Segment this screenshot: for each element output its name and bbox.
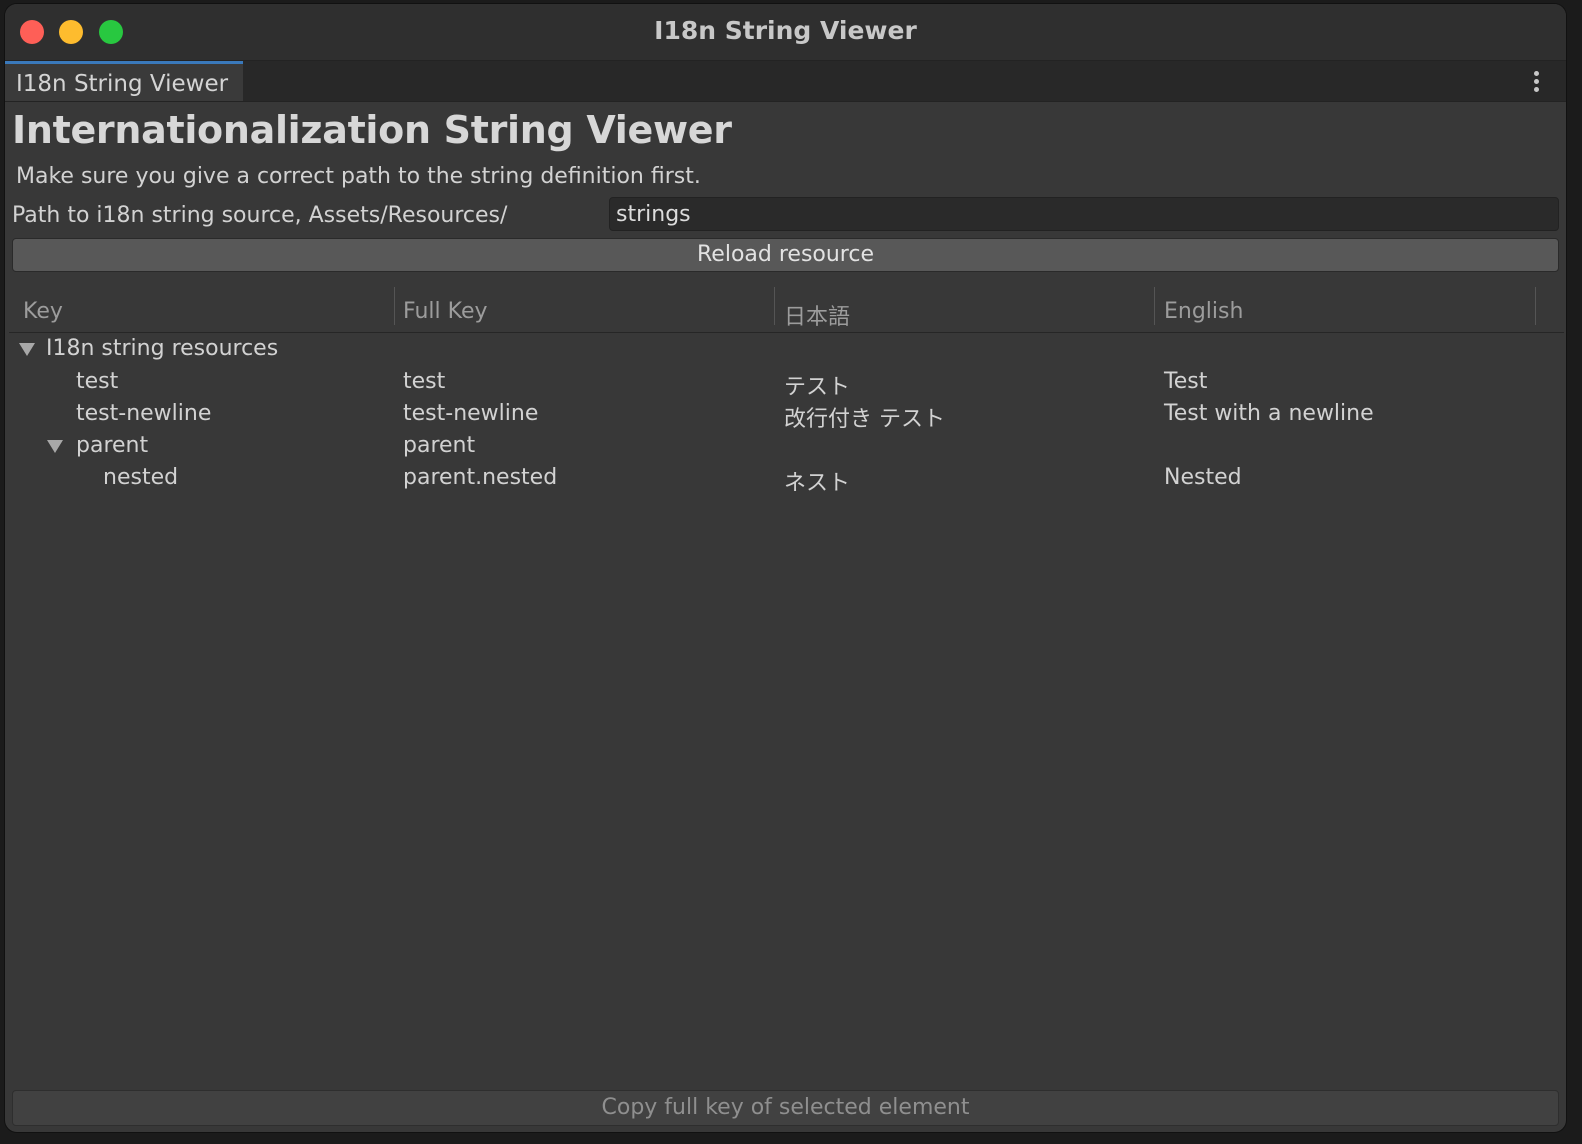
row-japanese: 改行付き テスト (784, 407, 945, 432)
path-input[interactable] (609, 197, 1559, 231)
column-resize-handle[interactable] (1154, 287, 1155, 325)
copy-full-key-button[interactable]: Copy full key of selected element (12, 1090, 1559, 1126)
table-row[interactable]: nested parent.nested ネスト Nested (9, 463, 1564, 496)
triangle-down-icon[interactable] (19, 343, 35, 356)
row-key: nested (103, 465, 179, 490)
row-key: I18n string resources (46, 336, 279, 361)
table-header: Key Full Key 日本語 English (9, 287, 1564, 333)
row-key: test-newline (76, 401, 212, 426)
tab-label: I18n String Viewer (16, 71, 229, 97)
row-english: Nested (1164, 465, 1242, 490)
row-full-key: parent (403, 433, 476, 458)
tab-i18n-string-viewer[interactable]: I18n String Viewer (5, 61, 243, 101)
row-key: parent (76, 433, 149, 458)
column-resize-handle[interactable] (1535, 287, 1536, 325)
column-header-english[interactable]: English (1164, 299, 1243, 324)
row-full-key: test (403, 369, 446, 394)
page-title: Internationalization String Viewer (12, 108, 732, 152)
table-row[interactable]: test-newline test-newline 改行付き テスト Test … (9, 399, 1564, 432)
column-header-key[interactable]: Key (23, 299, 63, 324)
row-english: Test with a newline (1164, 401, 1374, 426)
reload-resource-button[interactable]: Reload resource (12, 238, 1559, 272)
column-resize-handle[interactable] (774, 287, 775, 325)
tab-bar: I18n String Viewer (5, 61, 1566, 102)
column-header-full-key[interactable]: Full Key (403, 299, 488, 324)
instruction-text: Make sure you give a correct path to the… (16, 164, 701, 189)
title-bar: I18n String Viewer (5, 4, 1566, 61)
tree-row-root[interactable]: I18n string resources (9, 334, 1564, 366)
row-full-key: test-newline (403, 401, 539, 426)
window-title: I18n String Viewer (654, 16, 917, 45)
table-row[interactable]: test test テスト Test (9, 367, 1564, 400)
triangle-down-icon[interactable] (47, 440, 63, 453)
tree-row-parent[interactable]: parent parent (9, 431, 1564, 463)
row-key: test (76, 369, 119, 394)
column-header-japanese[interactable]: 日本語 (784, 299, 850, 331)
column-resize-handle[interactable] (394, 287, 395, 325)
row-english: Test (1164, 369, 1208, 394)
row-japanese: ネスト (784, 471, 851, 496)
row-full-key: parent.nested (403, 465, 558, 490)
app-window: I18n String Viewer I18n String Viewer In… (5, 4, 1566, 1132)
path-field-label: Path to i18n string source, Assets/Resou… (12, 203, 508, 228)
kebab-menu-icon[interactable] (1534, 71, 1540, 93)
row-japanese: テスト (784, 375, 851, 400)
